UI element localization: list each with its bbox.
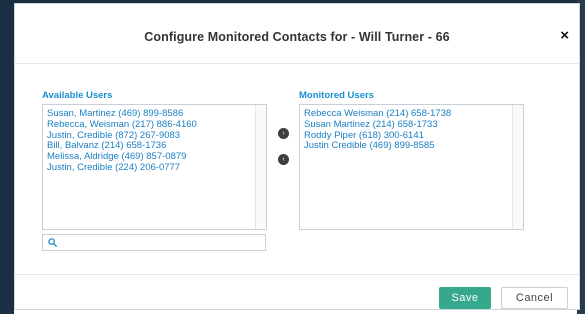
available-users-list[interactable]: Susan, Martinez (469) 899-8586 Rebecca, W… [42, 104, 267, 230]
available-users-label: Available Users [42, 90, 113, 101]
list-item[interactable]: Susan Martinez (214) 658-1733 [300, 119, 451, 131]
backdrop-left [0, 0, 14, 314]
list-item[interactable]: Justin, Credible (224) 206-0777 [43, 162, 197, 174]
available-list-scrollbar[interactable] [255, 105, 266, 229]
search-input[interactable] [60, 235, 260, 250]
dialog-header: Configure Monitored Contacts for - Will … [15, 4, 579, 64]
monitored-users-label: Monitored Users [299, 90, 374, 101]
move-left-button[interactable]: ‹ [278, 154, 289, 165]
move-right-button[interactable]: › [278, 128, 289, 139]
configure-contacts-dialog: Configure Monitored Contacts for - Will … [14, 3, 580, 310]
monitored-users-items: Rebecca Weisman (214) 658-1738 Susan Mart… [300, 108, 451, 152]
search-icon [48, 238, 57, 247]
available-users-items: Susan, Martinez (469) 899-8586 Rebecca, W… [43, 108, 197, 174]
user-search-field[interactable] [42, 234, 266, 251]
monitored-users-list[interactable]: Rebecca Weisman (214) 658-1738 Susan Mart… [299, 104, 524, 230]
list-item[interactable]: Justin Credible (469) 899-8585 [300, 141, 451, 152]
dialog-title: Configure Monitored Contacts for - Will … [144, 30, 450, 44]
save-button[interactable]: Save [439, 287, 491, 309]
list-item[interactable]: Rebecca, Weisman (217) 886-4160 [43, 119, 197, 131]
close-icon[interactable]: × [560, 28, 569, 44]
monitored-list-scrollbar[interactable] [512, 105, 523, 229]
cancel-button[interactable]: Cancel [501, 287, 568, 309]
dialog-footer: Save Cancel [15, 274, 579, 311]
